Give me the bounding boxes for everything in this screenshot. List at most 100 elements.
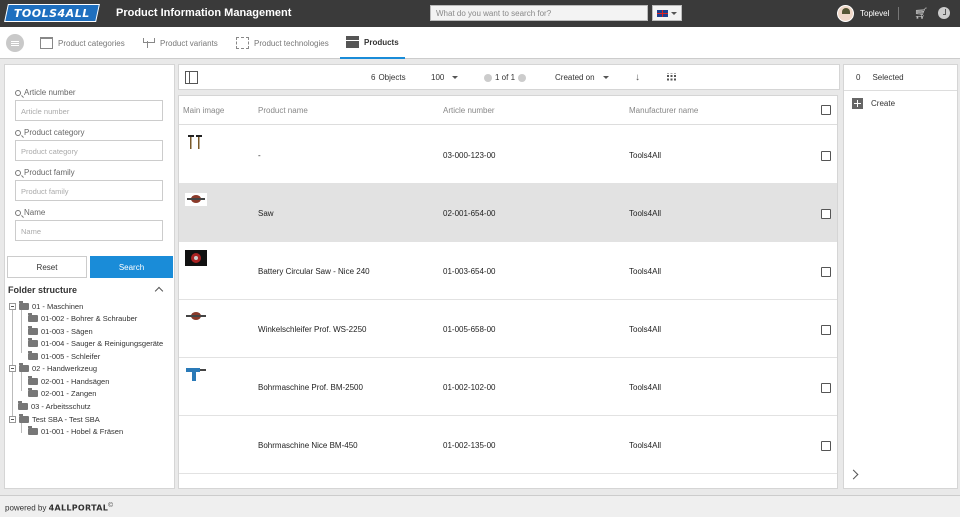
column-header[interactable]: Article number (443, 106, 495, 115)
search-icon (15, 169, 21, 176)
search-button[interactable]: Search (90, 256, 173, 278)
table-row[interactable]: - 03-000-123-00 Tools4All (179, 126, 837, 184)
product-category-input[interactable]: Product category (15, 140, 163, 161)
folder-node[interactable]: 01-001 - Hobel & Fräsen (28, 426, 123, 436)
column-header[interactable]: Product name (258, 106, 308, 115)
angle-grinder-thumbnail (186, 312, 206, 320)
collapse-panel-icon[interactable] (185, 71, 198, 84)
row-checkbox[interactable] (821, 209, 831, 219)
filter-label-text: Product family (24, 168, 75, 177)
article-number-input[interactable]: Article number (15, 100, 163, 121)
prev-page-icon[interactable] (484, 73, 492, 82)
name-input[interactable]: Name (15, 220, 163, 241)
select-all-checkbox[interactable] (821, 105, 831, 115)
selected-count: 0 Selected (844, 65, 957, 91)
folder-node[interactable]: 02-001 - Handsägen (28, 376, 109, 386)
table-row[interactable]: Saw 02-001-654-00 Tools4All (179, 184, 837, 242)
table-row[interactable]: Winkelschleifer Prof. WS-2250 01-005-658… (179, 300, 837, 358)
global-search-input[interactable]: What do you want to search for? (430, 5, 648, 21)
tab-product-categories[interactable]: Product categories (40, 27, 125, 59)
tab-products[interactable]: Products (340, 27, 405, 59)
history-clock-icon[interactable] (938, 7, 950, 19)
folder-node[interactable]: 01 - Maschinen (9, 301, 83, 311)
folder-node[interactable]: 01-004 - Sauger & Reinigungsgeräte (28, 338, 164, 348)
avatar[interactable] (837, 5, 854, 22)
folder-node[interactable]: Test SBA - Test SBA (9, 414, 100, 424)
tab-label: Product variants (160, 38, 218, 48)
chevron-down-icon (602, 76, 609, 79)
product-name: Winkelschleifer Prof. WS-2250 (258, 325, 367, 334)
filter-panel: Article number Article number Product ca… (4, 64, 175, 489)
tab-label: Products (364, 37, 399, 47)
row-checkbox[interactable] (821, 441, 831, 451)
username[interactable]: Toplevel (860, 9, 889, 18)
folder-node[interactable]: 02-001 - Zangen (28, 388, 96, 398)
table-row[interactable]: Battery Circular Saw - Nice 240 01-003-6… (179, 242, 837, 300)
folder-icon (19, 301, 29, 310)
folder-icon (28, 426, 38, 435)
folder-label: 02 - Handwerkzeug (32, 364, 98, 373)
sort-select[interactable]: Created on (555, 73, 609, 82)
tools4all-logo[interactable]: TOOLS4ALL (4, 4, 100, 22)
folder-node[interactable]: 01-002 - Bohrer & Schrauber (28, 313, 137, 323)
create-button[interactable]: Create (852, 98, 895, 109)
reset-button[interactable]: Reset (7, 256, 87, 278)
grid-view-icon[interactable] (667, 73, 676, 82)
collapse-toggle-icon[interactable] (9, 303, 16, 310)
pagination: 1 of 1 (484, 73, 527, 82)
powered-by-text: powered by (5, 503, 47, 513)
next-page-icon[interactable] (518, 73, 527, 82)
folder-node[interactable]: 01-003 - Sägen (28, 326, 93, 336)
product-name: Bohrmaschine Nice BM-450 (258, 441, 358, 450)
objects-count-label: Objects (378, 73, 406, 82)
cart-icon[interactable]: 🛒︎ (914, 7, 928, 20)
chevron-right-icon[interactable] (848, 469, 859, 480)
folder-structure-title: Folder structure (8, 285, 78, 295)
row-checkbox[interactable] (821, 267, 831, 277)
categories-icon (40, 37, 53, 49)
folder-node[interactable]: 01-005 - Schleifer (28, 351, 100, 361)
page-size-select[interactable]: 100 (431, 73, 459, 82)
product-name: Saw (258, 209, 274, 218)
filter-label-text: Article number (24, 88, 76, 97)
folder-icon (28, 313, 38, 322)
main-menu-button[interactable] (6, 34, 24, 52)
product-family-input[interactable]: Product family (15, 180, 163, 201)
tab-product-variants[interactable]: Product variants (142, 27, 218, 59)
table-row[interactable]: Bohrmaschine Prof. BM-2500 01-002-102-00… (179, 358, 837, 416)
search-icon (15, 89, 21, 96)
folder-icon (28, 388, 38, 397)
filter-label: Article number (15, 88, 76, 97)
collapse-toggle-icon[interactable] (9, 416, 16, 423)
chevron-up-icon[interactable] (154, 286, 164, 296)
list-toolbar: 6 Objects 100 1 of 1 Created on ↓ (178, 64, 840, 90)
column-header[interactable]: Main image (183, 106, 224, 115)
folder-node[interactable]: 02 - Handwerkzeug (9, 363, 98, 373)
row-checkbox[interactable] (821, 383, 831, 393)
logo-text: TOOLS4ALL (14, 6, 90, 20)
column-header[interactable]: Manufacturer name (629, 106, 698, 115)
folder-icon (28, 338, 38, 347)
folder-label: 01-004 - Sauger & Reinigungsgeräte (41, 339, 164, 348)
products-icon (346, 36, 359, 48)
chevron-down-icon (452, 76, 459, 79)
product-name: Bohrmaschine Prof. BM-2500 (258, 383, 363, 392)
manufacturer-name: Tools4All (629, 441, 662, 450)
row-checkbox[interactable] (821, 325, 831, 335)
language-selector[interactable] (652, 5, 682, 21)
search-icon (15, 209, 21, 216)
folder-label: 03 - Arbeitsschutz (31, 402, 91, 411)
sort-direction-icon[interactable]: ↓ (635, 72, 640, 83)
manufacturer-name: Tools4All (629, 209, 662, 218)
variants-icon (142, 37, 155, 49)
table-row[interactable]: Bohrmaschine Nice BM-450 01-002-135-00 T… (179, 416, 837, 474)
filter-label: Product family (15, 168, 75, 177)
manufacturer-name: Tools4All (629, 267, 662, 276)
folder-node[interactable]: 03 - Arbeitsschutz (18, 401, 91, 411)
brand-name[interactable]: 4ALLPORTAL (49, 504, 109, 513)
plus-icon (852, 98, 863, 109)
row-checkbox[interactable] (821, 151, 831, 161)
tab-product-technologies[interactable]: Product technologies (236, 27, 329, 59)
sort-label: Created on (555, 73, 595, 82)
collapse-toggle-icon[interactable] (9, 365, 16, 372)
